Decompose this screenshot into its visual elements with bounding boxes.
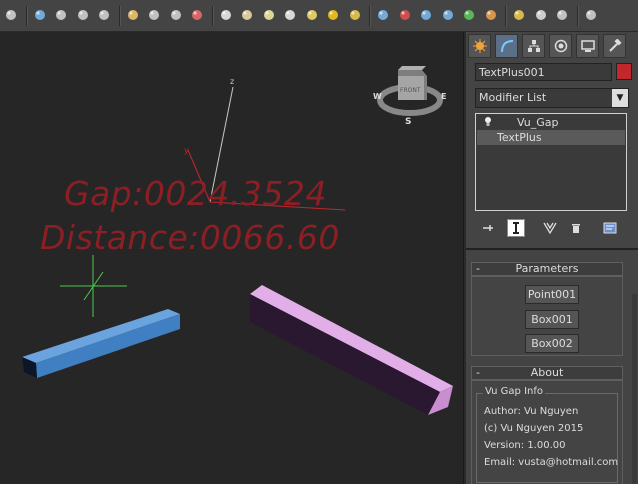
panel-divider (466, 248, 638, 250)
viewcube[interactable]: FRONT W E S (373, 66, 446, 127)
modifier-list-label: Modifier List (479, 91, 547, 104)
plant-icon[interactable] (461, 7, 477, 23)
modifier-stack[interactable]: Vu_Gap TextPlus (475, 113, 627, 211)
viewcube-face-label: FRONT (400, 87, 421, 94)
point001-button[interactable]: Point001 (525, 285, 579, 304)
curves-icon[interactable] (189, 7, 205, 23)
particles-icon[interactable] (375, 7, 391, 23)
toolbar-separator (369, 6, 371, 26)
perspective-viewport[interactable]: z y FRONT W E S Gap:0024.3524 Distance:0… (0, 32, 464, 484)
command-panel: TextPlus001 Modifier List ▼ Vu_Gap TextP… (466, 32, 638, 484)
about-rollout-title: About (530, 366, 564, 379)
hierarchy-icon (527, 40, 540, 52)
toolbar-separator (25, 6, 28, 26)
grid-icon[interactable] (96, 7, 112, 23)
collapse-minus-icon: - (476, 366, 480, 379)
box001[interactable] (22, 309, 180, 378)
stack-item-label: Vu_Gap (517, 116, 559, 129)
box001-button[interactable]: Box001 (525, 310, 579, 329)
cone-icon[interactable] (282, 7, 298, 23)
display-monitor-icon (580, 40, 595, 52)
motion-tab[interactable] (549, 34, 572, 58)
toolbar-separator (505, 6, 507, 26)
hierarchy-tab[interactable] (522, 34, 545, 58)
object-color-swatch[interactable] (616, 63, 632, 80)
compass-s: S (405, 117, 411, 127)
camera-icon[interactable] (583, 7, 599, 23)
wand-icon[interactable] (483, 7, 499, 23)
sphere-icon[interactable] (533, 7, 549, 23)
create-star-icon (472, 39, 487, 53)
collapse-minus-icon: - (476, 262, 480, 275)
copyright-line: (c) Vu Nguyen 2015 (484, 423, 584, 434)
modifier-list-dropdown[interactable]: Modifier List ▼ (475, 88, 629, 108)
modify-tab[interactable] (495, 34, 518, 58)
version-line: Version: 1.00.00 (484, 440, 566, 451)
show-end-result-icon[interactable] (507, 219, 525, 237)
stack-item-vu-gap[interactable]: Vu_Gap (477, 115, 625, 130)
y-axis-label: y (184, 146, 189, 155)
toolbar-separator (576, 6, 579, 26)
box002-button[interactable]: Box002 (525, 334, 579, 353)
dropdown-arrow-icon[interactable]: ▼ (612, 89, 628, 107)
rotate-icon[interactable] (168, 7, 184, 23)
sphere-render-icon[interactable] (32, 7, 48, 23)
light-icon[interactable] (125, 7, 141, 23)
lightbulb-icon[interactable] (484, 116, 492, 131)
box002[interactable] (250, 285, 453, 415)
cluster-icon[interactable] (440, 7, 456, 23)
compass-e: E (441, 92, 446, 101)
utilities-hammer-icon (608, 39, 622, 52)
disc-icon[interactable] (261, 7, 277, 23)
gap-text[interactable]: Gap:0024.3524 (64, 174, 327, 213)
motion-disc-icon (554, 39, 567, 53)
dome-icon[interactable] (239, 7, 255, 23)
lamp-icon[interactable] (304, 7, 320, 23)
frame-icon[interactable] (53, 7, 69, 23)
create-tab[interactable] (468, 34, 491, 58)
teapot-icon[interactable] (3, 7, 19, 23)
sun-icon[interactable] (325, 7, 341, 23)
document-icon[interactable] (75, 7, 91, 23)
command-panel-tabs (466, 34, 638, 60)
object-name-field[interactable]: TextPlus001 (475, 63, 612, 81)
remove-modifier-icon[interactable] (567, 219, 585, 237)
about-rollout-body: Vu Gap Info Author: Vu Nguyen (c) Vu Ngu… (471, 380, 623, 484)
group-title: Vu Gap Info (483, 386, 546, 397)
pin-stack-icon[interactable] (479, 219, 497, 237)
toolbar-separator (211, 6, 214, 26)
arrows-icon[interactable] (146, 7, 162, 23)
plane-icon[interactable] (218, 7, 234, 23)
bricks-icon[interactable] (397, 7, 413, 23)
parameters-rollout-title: Parameters (515, 262, 579, 275)
modify-arc-icon (500, 40, 513, 53)
compass-w: W (373, 92, 382, 101)
point-helper[interactable] (60, 255, 127, 317)
display-tab[interactable] (576, 34, 599, 58)
stack-item-textplus[interactable]: TextPlus (477, 130, 625, 145)
stack-item-label: TextPlus (497, 131, 542, 144)
nodes-icon[interactable] (418, 7, 434, 23)
stack-toolbar (475, 219, 631, 239)
parameters-rollout-header[interactable]: - Parameters (471, 262, 623, 276)
about-rollout-header[interactable]: - About (471, 366, 623, 380)
configure-modifier-sets-icon[interactable] (601, 219, 619, 237)
parameters-rollout-body: Point001 Box001 Box002 (471, 276, 623, 356)
table-icon[interactable] (554, 7, 570, 23)
author-line: Author: Vu Nguyen (484, 406, 579, 417)
email-line: Email: vusta@hotmail.com (484, 457, 619, 468)
viewport-scene: z y FRONT W E S (22, 66, 453, 415)
target-icon[interactable] (511, 7, 527, 23)
make-unique-icon[interactable] (541, 219, 559, 237)
omni-icon[interactable] (347, 7, 363, 23)
main-toolbar (0, 0, 638, 32)
toolbar-separator (118, 6, 121, 26)
panel-scrollbar[interactable] (632, 294, 637, 484)
utilities-tab[interactable] (603, 34, 626, 58)
z-axis-label: z (230, 77, 234, 86)
distance-text[interactable]: Distance:0066.60 (40, 218, 340, 257)
